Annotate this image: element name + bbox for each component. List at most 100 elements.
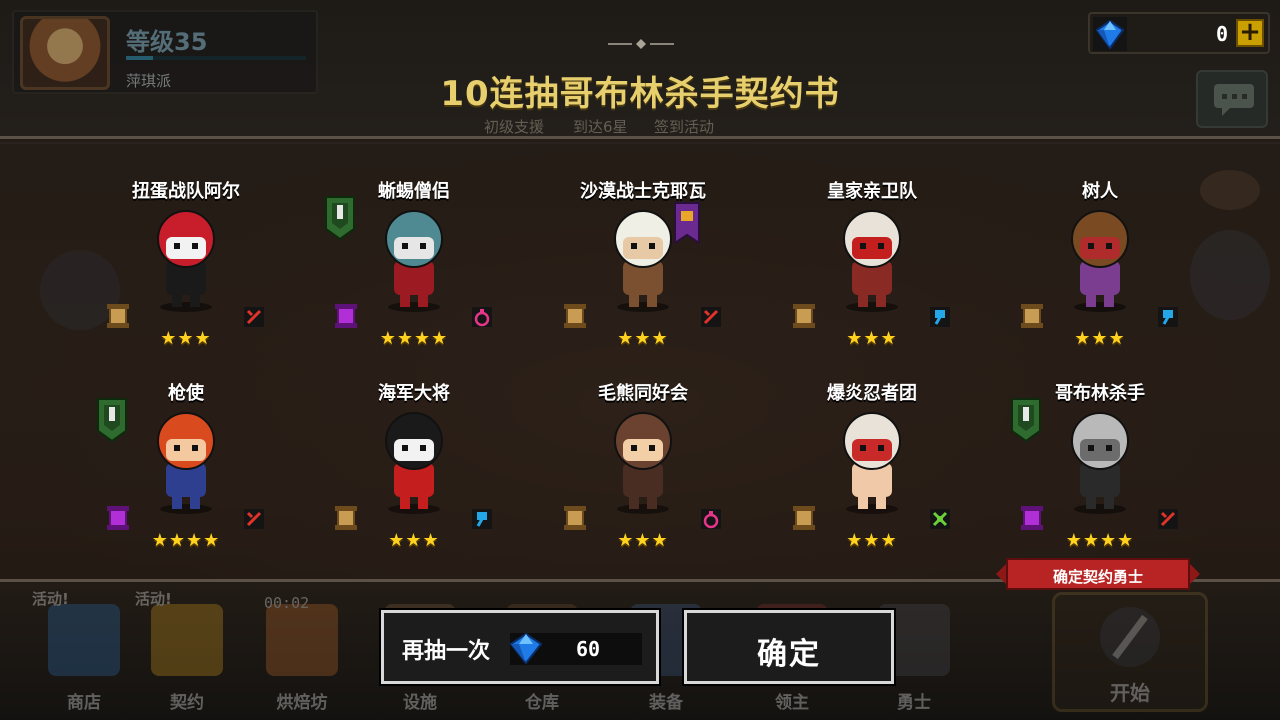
nav-bakery-icon [266,604,338,676]
star-rating: ★★★ [1074,328,1126,349]
bronze-scroll-icon [335,506,357,530]
nav-bakery[interactable]: 烘焙坊 00:02 [250,594,354,713]
hero-name: 皇家亲卫队 [827,181,917,202]
guild-crest-icon [1011,398,1041,443]
level-progress-fill [126,56,153,60]
slash-attribute-icon [244,307,264,327]
hero-sprite [157,210,215,312]
start-label: 开始 [1110,681,1150,705]
hero-card[interactable]: 皇家亲卫队 ★★★ [782,177,962,367]
background-label: 签到活动 [654,118,715,136]
hero-card[interactable]: 海军大将 ★★★ [324,379,504,569]
player-level: 等级35 [126,28,208,56]
nav-label: 装备 [649,693,683,713]
confirm-button[interactable]: 确定 [682,608,896,686]
hero-card[interactable]: 扭蛋战队阿尔 ★★★ [96,177,276,367]
purple-scroll-icon [107,506,129,530]
hero-card[interactable]: 蜥蜴僧侣 ★★★★ [324,177,504,367]
bronze-scroll-icon [564,304,586,328]
magic-attribute-icon [701,509,721,529]
star-rating: ★★★ [388,530,440,551]
confirm-label: 确定 [757,637,821,672]
gem-counter: 0 + [1088,12,1270,54]
hero-sprite [843,412,901,514]
summon-again-button[interactable]: 再抽一次 60 [379,608,661,686]
ornament-icon [608,39,674,49]
hero-card[interactable]: 爆炎忍者团 ★★★ [782,379,962,569]
blunt-attribute-icon [472,509,492,529]
bronze-scroll-icon [564,506,586,530]
nav-label: 契约 [170,693,204,713]
add-gems-button[interactable]: + [1236,19,1264,47]
nav-shop-icon [48,604,120,676]
bronze-scroll-icon [1021,304,1043,328]
star-rating: ★★★★ [1065,530,1135,551]
guild-crest-icon [97,398,127,443]
nav-label: 勇士 [897,693,931,713]
level-progress-bar [126,56,306,60]
guild-crest-icon [325,196,355,241]
hero-name: 海军大将 [378,383,450,404]
slash-attribute-icon [701,307,721,327]
background-label: 到达6星 [573,118,628,136]
hero-sprite [614,412,672,514]
bronze-scroll-icon [793,304,815,328]
blunt-attribute-icon [930,307,950,327]
star-rating: ★★★ [846,328,898,349]
summon-again-label: 再抽一次 [402,639,491,664]
summon-cost-value: 60 [576,637,601,661]
hero-card[interactable]: 哥布林杀手 ★★★★ [1010,379,1190,569]
hero-card[interactable]: 枪使 ★★★★ [96,379,276,569]
hero-sprite [1071,412,1129,514]
summon-results-panel: 扭蛋战队阿尔 ★★★ 蜥蜴僧侣 ★★★★ 沙漠战士克耶瓦 ★★★ 皇家亲卫队 ★★★ 树人 ★★★… [0,136,1280,582]
nav-label: 设施 [403,693,437,713]
page-title: 10连抽哥布林杀手契约书 [440,74,840,114]
nav-label: 商店 [67,693,101,713]
background-label: 初级支援 [484,118,545,136]
nav-contract-icon [151,604,223,676]
star-rating: ★★★★ [379,328,449,349]
star-rating: ★★★★ [151,530,221,551]
hero-name: 树人 [1082,181,1118,202]
summon-cost: 60 [509,632,642,665]
event-tag: 活动! [135,590,172,608]
star-rating: ★★★ [160,328,212,349]
nav-label: 仓库 [525,693,559,713]
nav-contract[interactable]: 契约 活动! [135,590,239,713]
pierce-attribute-icon [930,509,950,529]
purple-scroll-icon [335,304,357,328]
hero-sprite [385,412,443,514]
nav-label: 烘焙坊 [276,693,328,713]
magic-attribute-icon [472,307,492,327]
hero-sprite [157,412,215,514]
purple-scroll-icon [1021,506,1043,530]
hero-name: 毛熊同好会 [598,383,688,404]
banner-icon [674,202,700,245]
bronze-scroll-icon [793,506,815,530]
hero-sprite [385,210,443,312]
bronze-scroll-icon [107,304,129,328]
bakery-timer: 00:02 [264,594,310,612]
hero-name: 沙漠战士克耶瓦 [580,181,706,202]
nav-shop[interactable]: 商店 活动! [32,590,136,713]
gem-icon [1093,17,1127,51]
start-button[interactable]: 开始 [1052,592,1208,712]
gem-count: 0 [1215,22,1228,46]
hero-name: 爆炎忍者团 [827,383,917,404]
hero-name: 扭蛋战队阿尔 [132,181,240,202]
hero-sprite [843,210,901,312]
star-rating: ★★★ [846,530,898,551]
hero-card[interactable]: 毛熊同好会 ★★★ [553,379,733,569]
sword-icon [1100,607,1160,667]
slash-attribute-icon [1158,509,1178,529]
nav-label: 领主 [775,693,809,713]
star-rating: ★★★ [617,328,669,349]
hero-card[interactable]: 沙漠战士克耶瓦 ★★★ [553,177,733,367]
event-tag: 活动! [32,590,69,608]
blunt-attribute-icon [1158,307,1178,327]
gem-icon [509,632,543,665]
slash-attribute-icon [244,509,264,529]
hero-sprite [1071,210,1129,312]
star-rating: ★★★ [617,530,669,551]
hero-card[interactable]: 树人 ★★★ [1010,177,1190,367]
